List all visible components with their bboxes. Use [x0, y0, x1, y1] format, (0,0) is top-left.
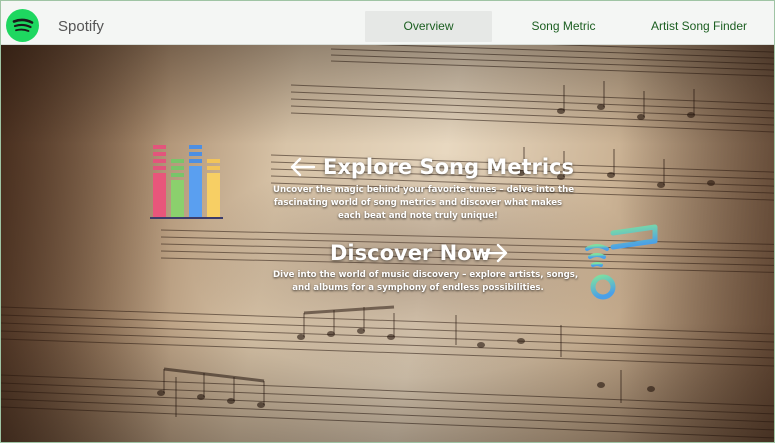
explore-song-metrics-title[interactable]: Explore Song Metrics [323, 155, 574, 179]
equalizer-bars-icon[interactable] [147, 143, 227, 223]
arrow-left-icon[interactable] [289, 157, 317, 177]
arrow-right-icon[interactable] [481, 243, 509, 263]
discover-now-title[interactable]: Discover Now [330, 241, 491, 265]
top-navbar: Spotify Overview Song Metric Artist Song… [1, 1, 774, 45]
discover-description: Dive into the world of music discovery –… [273, 269, 579, 295]
music-note-signal-icon[interactable] [583, 223, 665, 305]
tab-artist-song-finder[interactable]: Artist Song Finder [635, 11, 763, 42]
discover-description-line: Dive into the world of music discovery –… [273, 270, 579, 280]
explore-description-line: each beat and note truly unique! [338, 211, 498, 221]
app-brand-name: Spotify [58, 18, 104, 35]
explore-description-line: fascinating world of song metrics and di… [273, 198, 563, 208]
tab-song-metric[interactable]: Song Metric [498, 11, 629, 42]
explore-description-line: Uncover the magic behind your favorite t… [273, 185, 575, 195]
discover-description-line: and albums for a symphony of endless pos… [292, 283, 544, 293]
spotify-logo-icon[interactable] [6, 9, 39, 42]
hero-banner: Explore Song Metrics Uncover the magic b… [1, 45, 774, 442]
app-window: Spotify Overview Song Metric Artist Song… [0, 0, 775, 443]
explore-description: Uncover the magic behind your favorite t… [273, 184, 575, 223]
tab-overview[interactable]: Overview [365, 11, 492, 42]
